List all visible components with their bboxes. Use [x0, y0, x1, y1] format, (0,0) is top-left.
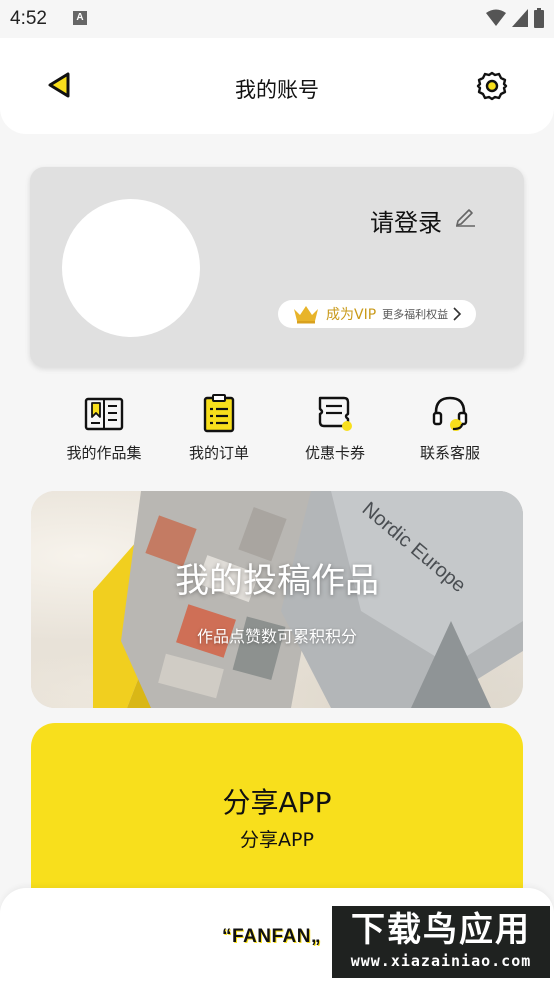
- wifi-icon: [486, 9, 506, 26]
- quick-item-support[interactable]: 联系客服: [390, 392, 510, 463]
- chevron-right-icon: [453, 307, 462, 321]
- login-label[interactable]: 请登录: [370, 203, 442, 238]
- coupon-icon: [318, 396, 352, 431]
- quick-item-orders[interactable]: 我的订单: [159, 392, 279, 463]
- signal-icon: [512, 9, 528, 27]
- clipboard-list-icon: [203, 394, 235, 433]
- watermark: 下载鸟应用 www.xiazainiao.com: [332, 906, 550, 978]
- gear-icon[interactable]: [476, 70, 508, 102]
- avatar[interactable]: [62, 199, 200, 337]
- header: 我的账号: [0, 38, 554, 134]
- notification-a-icon: A: [73, 11, 87, 25]
- banner-title: 我的投稿作品: [175, 561, 379, 601]
- watermark-main: 下载鸟应用: [351, 910, 531, 950]
- page-title: 我的账号: [235, 78, 319, 102]
- submissions-banner[interactable]: Nordic Europe 我的投稿作品 作品点赞数可累积积分: [31, 491, 523, 708]
- share-subtitle: 分享APP: [240, 829, 314, 851]
- share-app-card[interactable]: 分享APP 分享APP: [31, 723, 523, 913]
- edit-pencil-icon[interactable]: [454, 205, 476, 227]
- watermark-url: www.xiazainiao.com: [350, 952, 532, 970]
- quick-item-portfolio[interactable]: 我的作品集: [44, 392, 164, 463]
- profile-card[interactable]: 请登录 成为VIP 更多福利权益: [30, 167, 524, 367]
- banner-subtitle: 作品点赞数可累积积分: [196, 627, 357, 646]
- bookmark-book-icon: [84, 397, 124, 431]
- vip-button[interactable]: 成为VIP 更多福利权益: [278, 300, 476, 328]
- quick-label: 优惠卡券: [304, 444, 365, 462]
- status-time: 4:52: [10, 8, 47, 29]
- status-indicators: [486, 8, 544, 28]
- headset-icon: [432, 396, 468, 431]
- quick-item-coupons[interactable]: 优惠卡券: [275, 392, 395, 463]
- status-bar: 4:52 A: [0, 0, 554, 38]
- quick-label: 我的作品集: [66, 444, 142, 462]
- vip-label: 成为VIP: [326, 307, 377, 323]
- vip-more-label: 更多福利权益: [382, 308, 449, 321]
- quick-label: 联系客服: [419, 444, 480, 462]
- quick-label: 我的订单: [188, 444, 249, 462]
- crown-icon: [294, 306, 318, 324]
- share-title: 分享APP: [222, 786, 332, 819]
- brand-logo-text: “FANFAN„: [222, 926, 321, 947]
- battery-icon: [534, 8, 544, 28]
- quick-actions: 我的作品集 我的订单 优惠卡券 联系客服: [30, 392, 524, 472]
